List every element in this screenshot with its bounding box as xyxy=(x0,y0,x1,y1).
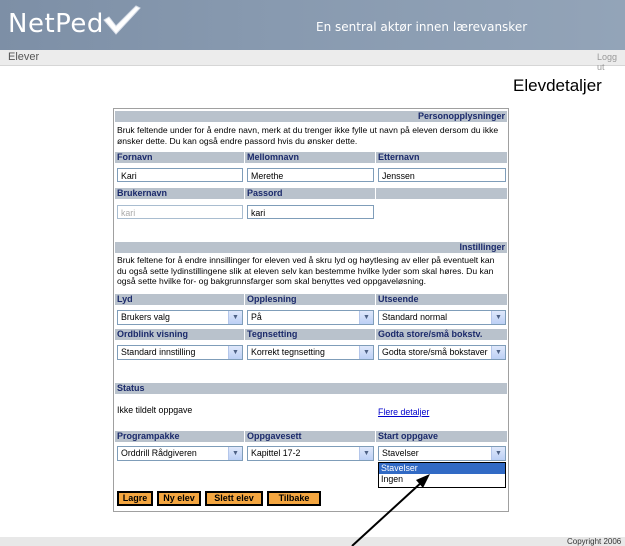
set-select[interactable]: Kapittel 17-2 ▼ xyxy=(247,446,374,461)
more-details-link[interactable]: Flere detaljer xyxy=(378,407,429,417)
username-label: Brukernavn xyxy=(115,188,244,199)
settings-description: Bruk feltene for å endre innsillinger fo… xyxy=(117,255,495,286)
punctuation-select[interactable]: Korrekt tegnsetting ▼ xyxy=(247,345,374,360)
case-label: Godta store/små bokstv. xyxy=(376,329,507,340)
student-details-form: Personopplysninger Bruk feltende under f… xyxy=(113,108,509,512)
logout-link[interactable]: Logg ut xyxy=(597,52,625,72)
password-input[interactable]: kari xyxy=(247,205,374,219)
last-name-label: Etternavn xyxy=(376,152,507,163)
nav-bar: Elever Logg ut xyxy=(0,50,625,72)
chevron-down-icon[interactable]: ▼ xyxy=(491,447,505,460)
middle-name-input[interactable]: Merethe xyxy=(247,168,374,182)
start-dropdown-list[interactable]: Stavelser Ingen xyxy=(378,462,506,488)
username-input[interactable]: kari xyxy=(117,205,243,219)
chevron-down-icon[interactable]: ▼ xyxy=(491,346,505,359)
start-select[interactable]: Stavelser ▼ xyxy=(378,446,506,461)
start-select-value: Stavelser xyxy=(382,448,419,458)
readout-select[interactable]: På ▼ xyxy=(247,310,374,325)
readout-select-value: På xyxy=(251,312,262,322)
header-banner: NetPed En sentral aktør innen lærevanske… xyxy=(0,0,625,50)
dropdown-option-ingen[interactable]: Ingen xyxy=(379,474,505,485)
first-name-input[interactable]: Kari xyxy=(117,168,243,182)
first-name-label: Fornavn xyxy=(115,152,244,163)
nav-link-elever[interactable]: Elever xyxy=(8,51,39,63)
password-label: Passord xyxy=(245,188,375,199)
footer: Copyright 2006 xyxy=(0,537,625,546)
netped-logo: NetPed xyxy=(8,9,104,39)
package-select[interactable]: Orddrill Rådgiveren ▼ xyxy=(117,446,243,461)
new-student-button[interactable]: Ny elev xyxy=(157,491,201,506)
appearance-select-value: Standard normal xyxy=(382,312,448,322)
personal-description: Bruk feltende under for å endre navn, me… xyxy=(117,125,499,146)
last-name-input[interactable]: Jenssen xyxy=(378,168,506,182)
middle-name-label: Mellomnavn xyxy=(245,152,375,163)
ordblink-select[interactable]: Standard innstilling ▼ xyxy=(117,345,243,360)
ordblink-select-value: Standard innstilling xyxy=(121,347,196,357)
appearance-label: Utseende xyxy=(376,294,507,305)
set-select-value: Kapittel 17-2 xyxy=(251,448,301,458)
case-select-value: Godta store/små bokstaver xyxy=(382,347,488,357)
dropdown-option-stavelser[interactable]: Stavelser xyxy=(379,463,505,474)
section-header-personal: Personopplysninger xyxy=(115,111,507,122)
set-label: Oppgavesett xyxy=(245,431,375,442)
chevron-down-icon[interactable]: ▼ xyxy=(359,311,373,324)
delete-student-button[interactable]: Slett elev xyxy=(205,491,263,506)
chevron-down-icon[interactable]: ▼ xyxy=(228,346,242,359)
status-text: Ikke tildelt oppgave xyxy=(117,405,193,415)
start-label: Start oppgave xyxy=(376,431,507,442)
logo-checkmark-icon xyxy=(103,5,141,35)
chevron-down-icon[interactable]: ▼ xyxy=(491,311,505,324)
ordblink-label: Ordblink visning xyxy=(115,329,244,340)
chevron-down-icon[interactable]: ▼ xyxy=(228,447,242,460)
tagline: En sentral aktør innen lærevansker xyxy=(316,20,528,34)
punctuation-label: Tegnsetting xyxy=(245,329,375,340)
section-header-settings: Instillinger xyxy=(115,242,507,253)
back-button[interactable]: Tilbake xyxy=(267,491,321,506)
package-select-value: Orddrill Rådgiveren xyxy=(121,448,197,458)
chevron-down-icon[interactable]: ▼ xyxy=(228,311,242,324)
sound-label: Lyd xyxy=(115,294,244,305)
punctuation-select-value: Korrekt tegnsetting xyxy=(251,347,325,357)
save-button[interactable]: Lagre xyxy=(117,491,153,506)
page-title: Elevdetaljer xyxy=(513,76,602,95)
sound-select[interactable]: Brukers valg ▼ xyxy=(117,310,243,325)
chevron-down-icon[interactable]: ▼ xyxy=(359,346,373,359)
case-select[interactable]: Godta store/små bokstaver ▼ xyxy=(378,345,506,360)
package-label: Programpakke xyxy=(115,431,244,442)
section-header-status: Status xyxy=(115,383,507,394)
chevron-down-icon[interactable]: ▼ xyxy=(359,447,373,460)
readout-label: Opplesning xyxy=(245,294,375,305)
sound-select-value: Brukers valg xyxy=(121,312,170,322)
empty-header-cell xyxy=(376,188,507,199)
appearance-select[interactable]: Standard normal ▼ xyxy=(378,310,506,325)
copyright: Copyright 2006 xyxy=(567,537,622,546)
